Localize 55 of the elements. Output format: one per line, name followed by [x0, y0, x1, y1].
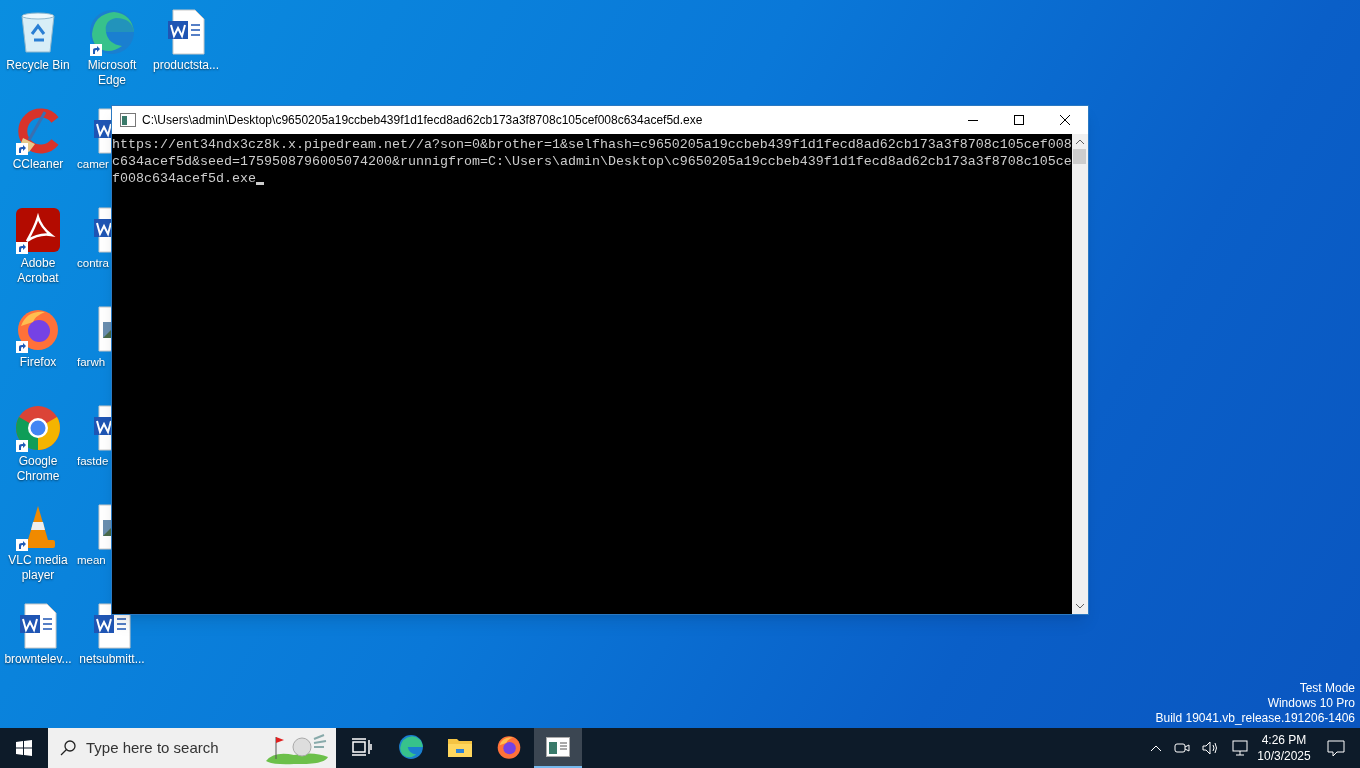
word-document-icon: [167, 9, 205, 55]
desktop-icon-label[interactable]: netsubmitt...: [79, 652, 145, 667]
clock[interactable]: 4:26 PM 10/3/2025: [1256, 728, 1312, 768]
acrobat-icon: [15, 207, 61, 253]
console-app-icon: [120, 113, 136, 127]
close-icon: [1060, 115, 1070, 125]
camera-icon[interactable]: [1174, 741, 1190, 755]
desktop-icon-label[interactable]: VLC media player: [1, 553, 75, 583]
chevron-up-icon[interactable]: [1150, 744, 1162, 752]
desktop-icon-label[interactable]: browntelev...: [4, 652, 72, 667]
console-output-line: c634acef5d&seed=1759508796005074200&runnigfrom=C:\Users\admin\Desktop\c9650205a19ccbeb439f1d1fecd8ad62cb173a3f8708c105ce: [112, 153, 1072, 170]
edge-icon: [398, 734, 424, 760]
search-field[interactable]: Type here to search: [48, 728, 336, 768]
notification-icon: [1327, 739, 1345, 757]
desktop-icon-label[interactable]: Recycle Bin: [6, 58, 70, 73]
ccleaner-icon: [15, 108, 61, 154]
console-app-icon: [546, 737, 570, 757]
recycle-bin-icon: [18, 10, 58, 54]
window-title: C:\Users\admin\Desktop\c9650205a19ccbeb439f1d1fecd8ad62cb173a3f8708c105cef008c634acef5d.exe: [142, 112, 703, 129]
desktop-icon-label[interactable]: CCleaner: [12, 157, 64, 172]
golf-drawing: [264, 731, 330, 765]
desktop-icon-label[interactable]: fastde: [75, 454, 109, 469]
desktop-icon-label[interactable]: Google Chrome: [1, 454, 75, 484]
desktop-icon-label[interactable]: farwh: [75, 355, 106, 370]
text-cursor: [255, 182, 264, 185]
console-output-line: https://ent34ndx3cz8k.x.pipedream.net//a?son=0&brother=1&selfhash=c9650205a19ccbeb439f1d1fecd8ad62cb173a3f8708c105cef008: [112, 136, 1072, 153]
scrollbar-thumb[interactable]: [1073, 149, 1087, 164]
minimize-icon: [968, 119, 978, 121]
folder-icon: [448, 737, 472, 757]
desktop-icon-label[interactable]: camer: [75, 157, 109, 172]
edge-icon: [88, 8, 136, 56]
taskbar-app-button[interactable]: [534, 728, 582, 768]
chrome-icon: [14, 404, 62, 452]
word-document-icon: [19, 603, 57, 649]
scroll-up-icon: [1075, 139, 1084, 144]
vertical-scrollbar[interactable]: [1071, 134, 1088, 614]
os-notice-text: Build 19041.vb_release.191206-1406: [1155, 711, 1355, 726]
search-icon: [60, 740, 76, 756]
desktop-icon-label[interactable]: mean: [75, 553, 106, 568]
desktop-icon-label[interactable]: contra: [75, 256, 109, 271]
desktop-icon-label[interactable]: Microsoft Edge: [75, 58, 149, 88]
firefox-icon: [496, 734, 522, 760]
scroll-down-icon: [1075, 604, 1084, 609]
desktop-icon-label[interactable]: Adobe Acrobat: [1, 256, 75, 286]
maximize-icon: [1014, 115, 1024, 125]
task-view-icon: [352, 738, 372, 756]
os-notice-text: Test Mode: [1299, 681, 1355, 696]
desktop-icon-label[interactable]: productsta...: [152, 58, 219, 73]
windows-logo-icon: [16, 740, 32, 756]
os-notice-text: Windows 10 Pro: [1267, 696, 1355, 711]
search-input[interactable]: Type here to search: [86, 736, 246, 760]
speaker-icon[interactable]: [1202, 741, 1220, 755]
desktop-icon-label[interactable]: Firefox: [19, 355, 57, 370]
network-icon[interactable]: [1232, 740, 1250, 756]
console-output-line: f008c634acef5d.exe: [112, 170, 256, 187]
